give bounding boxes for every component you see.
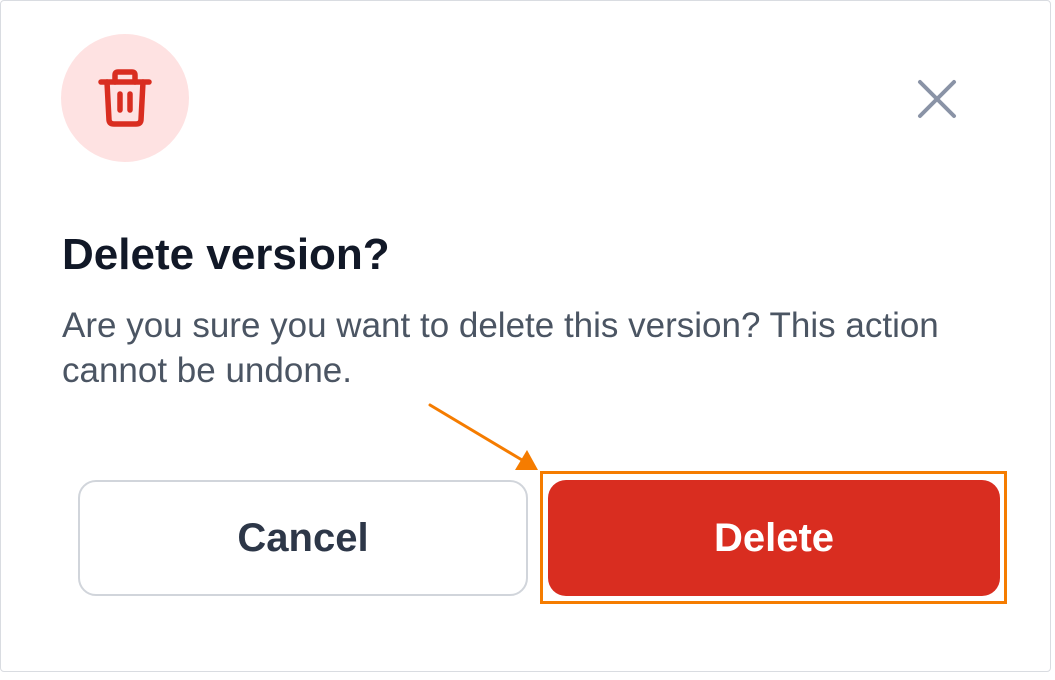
delete-version-dialog: Delete version? Are you sure you want to…	[0, 0, 1051, 672]
close-button[interactable]	[909, 71, 965, 127]
cancel-button[interactable]: Cancel	[78, 480, 528, 596]
delete-button[interactable]: Delete	[548, 480, 1000, 596]
close-icon	[918, 80, 956, 118]
trash-icon	[98, 69, 152, 127]
trash-icon-badge	[61, 34, 189, 162]
dialog-message: Are you sure you want to delete this ver…	[62, 306, 939, 390]
dialog-title: Delete version?	[62, 230, 390, 279]
